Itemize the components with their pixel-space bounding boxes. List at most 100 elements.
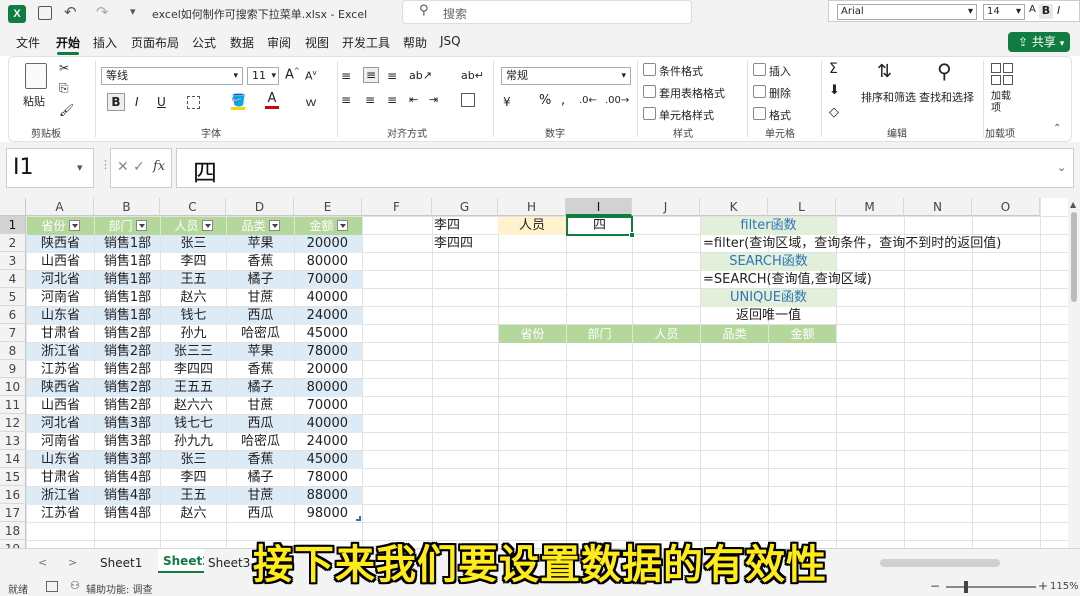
select-all-corner[interactable] (0, 198, 26, 216)
table-cell[interactable]: 40000 (295, 289, 362, 307)
row-header-6[interactable]: 6 (0, 306, 26, 324)
table-cell[interactable]: 45000 (295, 451, 362, 469)
delete-cells-button[interactable]: 删除 (769, 85, 791, 101)
table-cell[interactable]: 40000 (295, 415, 362, 433)
paste-icon[interactable] (25, 63, 47, 89)
table-header-cell[interactable]: 品类 (227, 217, 294, 235)
enter-icon[interactable]: ✓ (133, 159, 145, 175)
align-left-icon[interactable]: ≡ (341, 93, 351, 107)
result-header-cell[interactable]: 省份 (499, 325, 566, 343)
addins-button[interactable]: 加载项 (991, 91, 1013, 115)
filter-dropdown-icon[interactable] (135, 220, 147, 231)
font-color-icon[interactable]: A (265, 91, 279, 109)
table-cell[interactable]: 山西省 (27, 397, 94, 415)
clear-icon[interactable]: ◇ (829, 105, 839, 120)
table-cell[interactable]: 李四 (161, 469, 226, 487)
align-bottom-icon[interactable]: ≡ (387, 69, 397, 83)
table-cell[interactable]: 苹果 (227, 343, 294, 361)
formula-input[interactable]: 四 ⌄ (176, 148, 1074, 188)
decrease-decimal-icon[interactable]: .00→ (605, 95, 629, 106)
table-cell[interactable]: 98000 (295, 505, 362, 523)
table-cell[interactable]: 河北省 (27, 415, 94, 433)
column-header-a[interactable]: A (26, 198, 94, 216)
column-header-l[interactable]: L (768, 198, 836, 216)
tab-file[interactable]: 文件 (16, 34, 40, 51)
tab-page-layout[interactable]: 页面布局 (131, 34, 179, 51)
table-cell[interactable]: 孙九九 (161, 433, 226, 451)
tab-developer[interactable]: 开发工具 (342, 34, 390, 51)
table-cell[interactable]: 78000 (295, 469, 362, 487)
table-cell[interactable]: 销售4部 (95, 469, 160, 487)
column-header-f[interactable]: F (362, 198, 432, 216)
wrap-text-icon[interactable]: ab↵ (461, 69, 484, 82)
cell-g1[interactable]: 李四 (432, 217, 498, 235)
table-cell[interactable]: 河南省 (27, 433, 94, 451)
table-cell[interactable]: 销售4部 (95, 487, 160, 505)
table-cell[interactable]: 70000 (295, 271, 362, 289)
table-cell[interactable]: 销售2部 (95, 379, 160, 397)
bold-button[interactable]: B (107, 93, 125, 111)
format-cells-button[interactable]: 格式 (769, 107, 791, 123)
float-italic-button[interactable]: I (1057, 4, 1060, 17)
table-cell[interactable]: 销售3部 (95, 415, 160, 433)
table-cell[interactable]: 山东省 (27, 307, 94, 325)
table-cell[interactable]: 赵六六 (161, 397, 226, 415)
column-header-h[interactable]: H (498, 198, 566, 216)
tab-data[interactable]: 数据 (230, 34, 254, 51)
undo-icon[interactable]: ↶ (64, 3, 77, 21)
search-box[interactable]: ⚲ 搜索 (402, 0, 692, 24)
result-header-cell[interactable]: 品类 (701, 325, 768, 343)
table-cell[interactable]: 甘肃省 (27, 325, 94, 343)
tab-formulas[interactable]: 公式 (192, 34, 216, 51)
tab-view[interactable]: 视图 (305, 34, 329, 51)
float-bold-button[interactable]: B (1039, 4, 1053, 19)
align-top-icon[interactable]: ≡ (341, 69, 351, 83)
table-cell[interactable]: 70000 (295, 397, 362, 415)
table-cell[interactable]: 张三三 (161, 343, 226, 361)
table-cell[interactable]: 甘肃省 (27, 469, 94, 487)
row-header-9[interactable]: 9 (0, 360, 26, 378)
table-cell[interactable]: 销售1部 (95, 271, 160, 289)
cell-h1[interactable]: 人员 (498, 217, 566, 235)
collapse-ribbon-icon[interactable]: ⌃ (1053, 123, 1061, 134)
table-cell[interactable]: 王五 (161, 271, 226, 289)
worksheet-grid[interactable]: ABCDEFGHIJKLMNO 1 2 3 4 5 6 7 8 9 10 11 12 13 14 15 16 1… (0, 198, 1080, 548)
font-size-select[interactable]: 11 ▾ (247, 67, 279, 85)
fill-handle[interactable] (629, 232, 635, 238)
column-header-n[interactable]: N (904, 198, 972, 216)
table-cell[interactable]: 江苏省 (27, 361, 94, 379)
vertical-scrollbar[interactable]: ▲ (1068, 198, 1080, 548)
table-cell[interactable]: 香蕉 (227, 253, 294, 271)
table-resize-handle-icon[interactable] (356, 516, 361, 521)
column-header-b[interactable]: B (94, 198, 160, 216)
float-grow-font-icon[interactable]: A (1029, 4, 1036, 15)
font-name-select[interactable]: 等线 ▾ (101, 67, 243, 85)
table-cell[interactable]: 李四四 (161, 361, 226, 379)
table-cell[interactable]: 88000 (295, 487, 362, 505)
table-cell[interactable]: 陕西省 (27, 379, 94, 397)
table-header-cell[interactable]: 金额 (295, 217, 362, 235)
row-header-8[interactable]: 8 (0, 342, 26, 360)
table-cell[interactable]: 甘蔗 (227, 289, 294, 307)
tab-home[interactable]: 开始 (56, 34, 80, 51)
format-painter-icon[interactable]: 🖌 (59, 103, 74, 117)
table-cell[interactable]: 哈密瓜 (227, 325, 294, 343)
table-cell[interactable]: 香蕉 (227, 451, 294, 469)
note-unique-desc[interactable]: 返回唯一值 (701, 307, 836, 325)
table-cell[interactable]: 山西省 (27, 253, 94, 271)
table-cell[interactable]: 赵六 (161, 505, 226, 523)
table-cell[interactable]: 销售3部 (95, 433, 160, 451)
sort-filter-button[interactable]: 排序和筛选 (861, 89, 916, 105)
row-header-7[interactable]: 7 (0, 324, 26, 342)
table-header-cell[interactable]: 省份 (27, 217, 94, 235)
merge-center-icon[interactable] (461, 93, 475, 107)
table-cell[interactable]: 陕西省 (27, 235, 94, 253)
grow-font-icon[interactable]: A^ (285, 67, 300, 82)
table-cell[interactable]: 钱七七 (161, 415, 226, 433)
name-box[interactable]: I1 ▾ (6, 148, 94, 188)
table-cell[interactable]: 张三 (161, 235, 226, 253)
increase-decimal-icon[interactable]: .0← (579, 95, 597, 106)
table-cell[interactable]: 甘蔗 (227, 487, 294, 505)
save-icon[interactable] (38, 6, 52, 20)
table-cell[interactable]: 20000 (295, 361, 362, 379)
